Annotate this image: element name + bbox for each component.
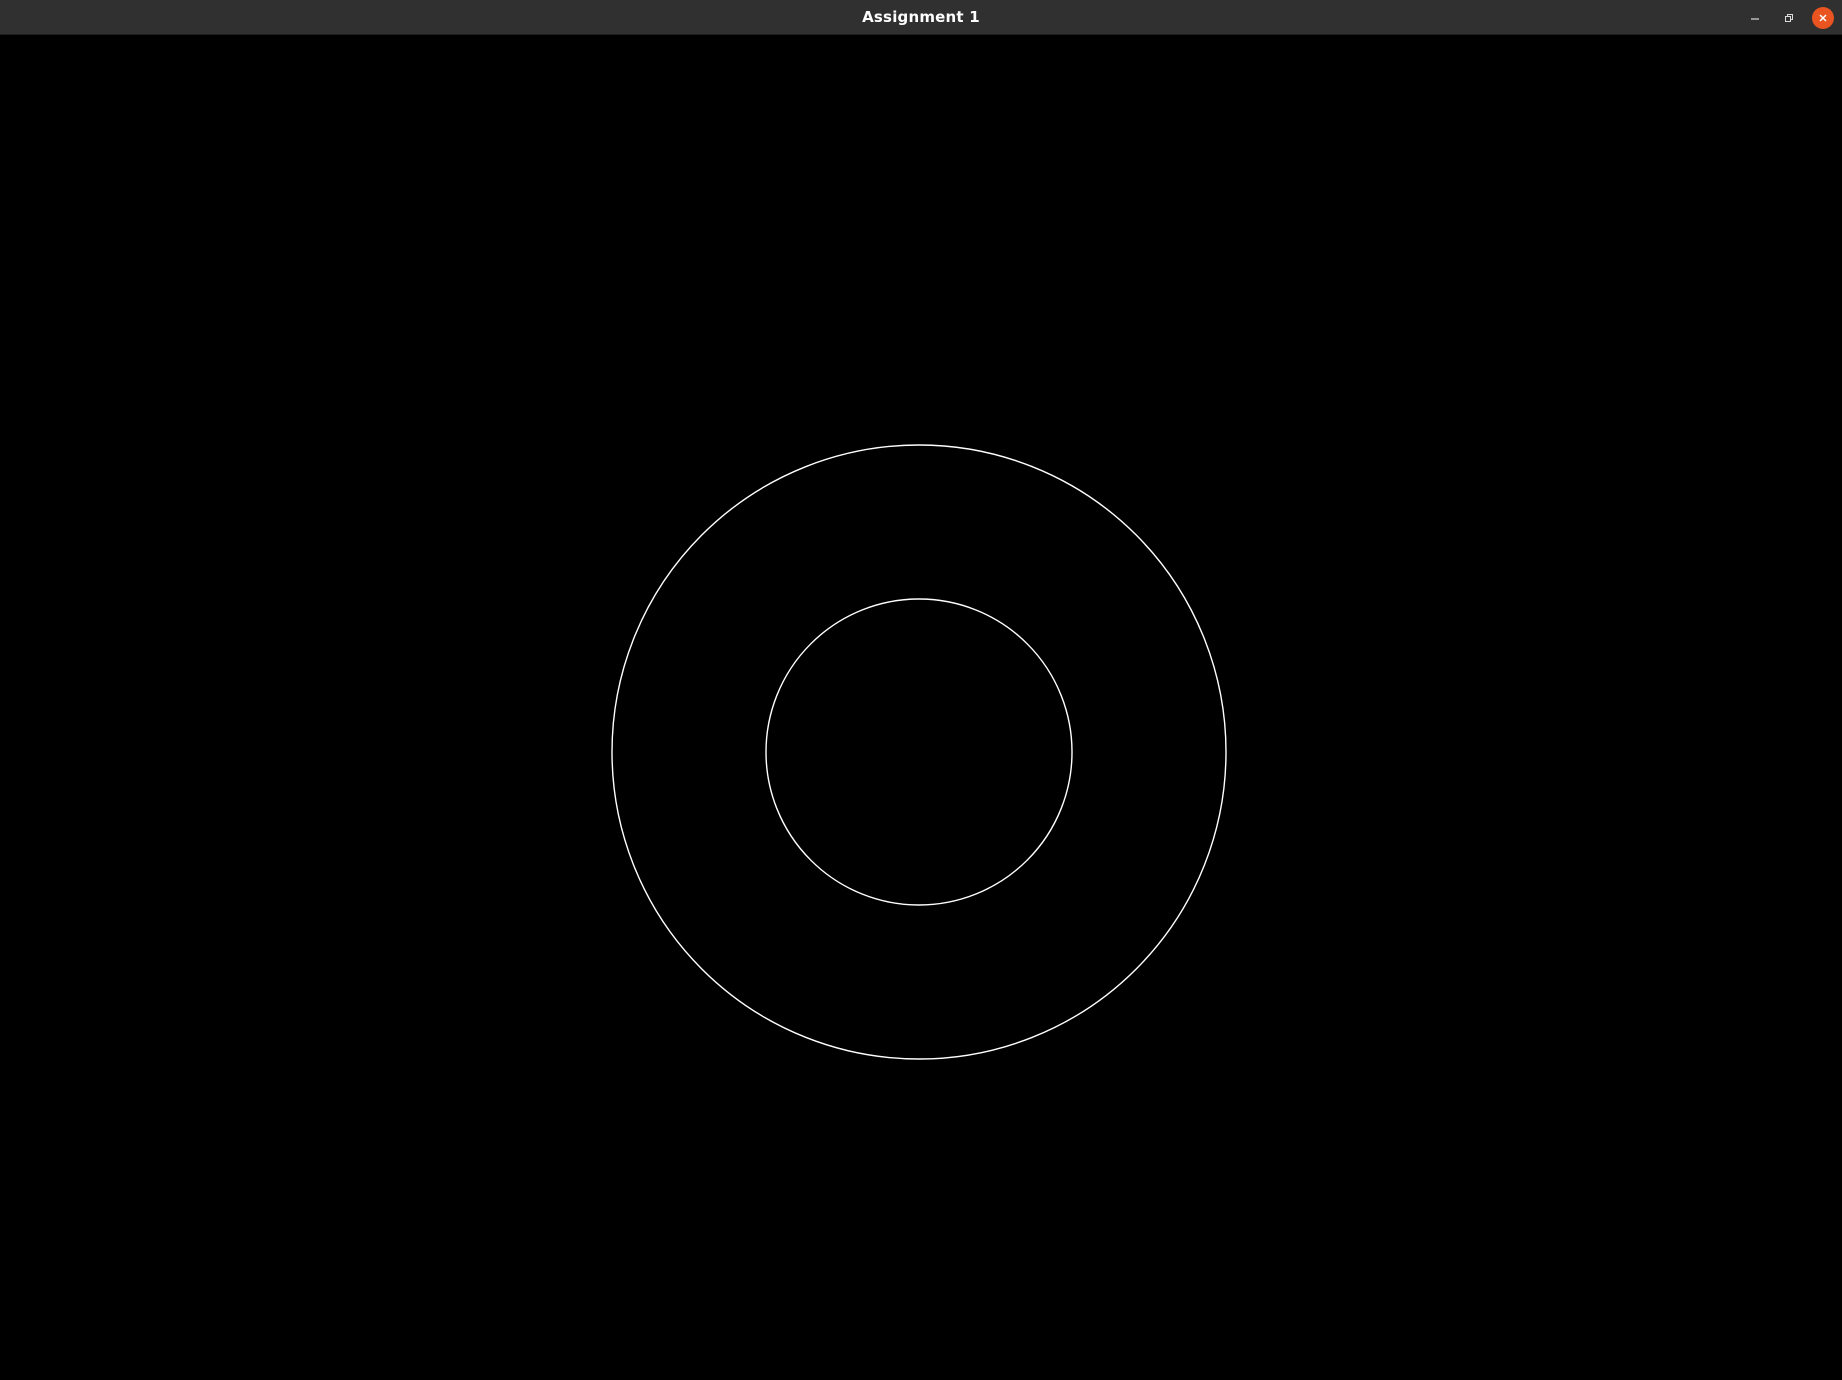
close-icon (1817, 12, 1829, 24)
canvas-svg (611, 444, 1227, 1060)
app-window: Assignment 1 (0, 0, 1842, 1380)
window-controls (1732, 0, 1834, 35)
window-title: Assignment 1 (862, 8, 980, 26)
close-button[interactable] (1812, 6, 1834, 29)
title-bar[interactable]: Assignment 1 (0, 0, 1842, 35)
minimize-button[interactable] (1744, 7, 1766, 29)
minimize-icon (1749, 12, 1761, 24)
inner-circle (765, 598, 1073, 906)
drawing-canvas[interactable] (0, 35, 1842, 1380)
restore-icon (1783, 12, 1795, 24)
restore-button[interactable] (1778, 7, 1800, 29)
outer-circle (611, 444, 1227, 1060)
